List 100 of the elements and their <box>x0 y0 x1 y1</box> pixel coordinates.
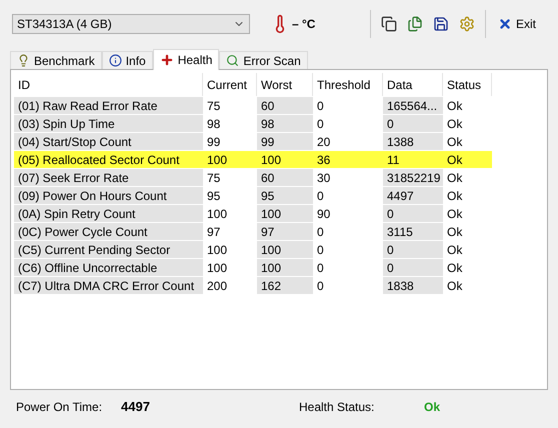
table-cell-text: 0 <box>316 260 325 276</box>
table-cell-text: 20 <box>316 134 332 150</box>
table-cell-text: 100 <box>206 242 228 258</box>
table-cell-text: 75 <box>206 98 222 114</box>
table-cell-text: 97 <box>206 224 222 240</box>
table-row[interactable]: (07) Seek Error Rate 75 60 30 31852219 Ok <box>14 169 492 186</box>
tab[interactable]: Health <box>152 49 220 70</box>
table-cell-text: Ok <box>446 206 464 222</box>
table-cell-text: Ok <box>446 116 464 132</box>
table-cell-text: 0 <box>316 116 325 132</box>
tab[interactable]: Benchmark <box>10 51 102 69</box>
table-cell: (C7) Ultra DMA CRC Error Count <box>14 277 203 294</box>
table-row[interactable]: (0A) Spin Retry Count 100 100 90 0 Ok <box>14 205 492 222</box>
table-cell: (0A) Spin Retry Count <box>14 205 203 222</box>
table-cell: (01) Raw Read Error Rate <box>14 97 203 114</box>
table-cell-text: Ok <box>446 260 464 276</box>
table-cell-text: Ok <box>446 224 464 240</box>
table-cell: 1838 <box>383 277 443 294</box>
table-cell: 60 <box>257 97 313 114</box>
highlighted-row[interactable]: (05) Reallocated Sector Count 100 100 36 11 Ok <box>14 151 492 168</box>
table-cell: (03) Spin Up Time <box>14 115 203 132</box>
table-cell-text: 0 <box>316 98 325 114</box>
table-cell-text: 100 <box>206 152 228 168</box>
table-cell: 98 <box>257 115 313 132</box>
table-cell-text: Ok <box>446 242 464 258</box>
table-cell: 100 <box>257 241 313 258</box>
table-cell-text: (05) Reallocated Sector Count <box>17 152 180 168</box>
settings-icon[interactable] <box>458 16 475 32</box>
table-row[interactable]: (09) Power On Hours Count 95 95 0 4497 Ok <box>14 187 492 204</box>
table-cell-text: 11 <box>386 152 400 168</box>
table-cell-text: 100 <box>206 206 228 222</box>
table-cell-text: 36 <box>316 152 332 168</box>
tab[interactable]: Info <box>102 51 153 69</box>
table-cell: 95 <box>257 187 313 204</box>
table-cell: 97 <box>257 223 313 240</box>
table-row[interactable]: (C7) Ultra DMA CRC Error Count 200 162 0 1838 Ok <box>14 277 492 294</box>
table-row[interactable]: (01) Raw Read Error Rate 75 60 0 165564... Ok <box>14 97 492 114</box>
table-cell-text: 98 <box>206 116 222 132</box>
table-row[interactable]: (0C) Power Cycle Count 97 97 0 3115 Ok <box>14 223 492 240</box>
table-cell: (07) Seek Error Rate <box>14 169 203 186</box>
table-cell-text: 30 <box>316 170 332 186</box>
table-cell-text: Ok <box>446 134 464 150</box>
table-row[interactable]: (C5) Current Pending Sector 100 100 0 0 Ok <box>14 241 492 258</box>
table-cell-text: Ok <box>446 98 464 114</box>
table-cell-text: Ok <box>446 152 464 168</box>
table-cell: (04) Start/Stop Count <box>14 133 203 150</box>
table-cell-text: 0 <box>316 278 325 294</box>
tab[interactable]: Error Scan <box>219 51 308 69</box>
copy-icon[interactable] <box>380 16 397 32</box>
table-cell: 0 <box>383 241 443 258</box>
table-cell-text: 0 <box>316 188 325 204</box>
table-cell-text: Ok <box>446 278 464 294</box>
drive-select[interactable]: ST34313A (4 GB) <box>12 14 250 34</box>
column-header[interactable]: Worst <box>257 73 313 96</box>
table-cell: (C5) Current Pending Sector <box>14 241 203 258</box>
table-cell: 3115 <box>383 223 443 240</box>
cross-icon <box>160 53 174 67</box>
table-cell: 165564... <box>383 97 443 114</box>
column-header[interactable]: Status <box>443 73 492 96</box>
save-icon[interactable] <box>432 16 449 32</box>
table-cell-text: 100 <box>206 260 228 276</box>
table-cell: (C6) Offline Uncorrectable <box>14 259 203 276</box>
table-row[interactable]: (03) Spin Up Time 98 98 0 0 Ok <box>14 115 492 132</box>
table-cell-text: 0 <box>316 224 325 240</box>
table-cell: 99 <box>257 133 313 150</box>
close-icon <box>498 17 512 31</box>
exit-button[interactable]: Exit <box>496 15 538 33</box>
magnifier-icon <box>226 54 240 67</box>
health-status-label: Health Status: <box>299 399 376 416</box>
table-cell-text: Ok <box>446 188 464 204</box>
table-cell-text: 100 <box>260 152 282 168</box>
table-cell: 0 <box>383 115 443 132</box>
table-cell: 31852219 <box>383 169 443 186</box>
table-cell: (0C) Power Cycle Count <box>14 223 203 240</box>
column-header[interactable]: Threshold <box>313 73 383 96</box>
table-cell-text: 90 <box>316 206 332 222</box>
table-row[interactable]: (04) Start/Stop Count 99 99 20 1388 Ok <box>14 133 492 150</box>
table-cell: 60 <box>257 169 313 186</box>
column-header[interactable]: Data <box>383 73 443 96</box>
table-cell: 1388 <box>383 133 443 150</box>
table-cell-text: 200 <box>206 278 228 294</box>
table-cell-text: 95 <box>206 188 222 204</box>
power-on-time-label: Power On Time: <box>16 399 104 416</box>
table-cell-text: Ok <box>446 170 464 186</box>
table-cell: 100 <box>257 205 313 222</box>
table-cell: (09) Power On Hours Count <box>14 187 203 204</box>
table-row[interactable]: (C6) Offline Uncorrectable 100 100 0 0 Ok <box>14 259 492 276</box>
table-cell: 162 <box>257 277 313 294</box>
column-header[interactable]: Current <box>203 73 257 96</box>
table-cell-text: 0 <box>316 242 325 258</box>
table-cell: 4497 <box>383 187 443 204</box>
power-on-time-value: 4497 <box>121 398 151 416</box>
health-status-value: Ok <box>424 399 440 416</box>
lightbulb-icon <box>17 54 30 67</box>
table-cell-text: 75 <box>206 170 222 186</box>
column-header[interactable]: ID <box>14 73 203 96</box>
info-icon <box>108 54 122 67</box>
table-cell: 100 <box>257 259 313 276</box>
temperature-reading: – °C <box>292 16 316 33</box>
table-cell: 0 <box>383 259 443 276</box>
